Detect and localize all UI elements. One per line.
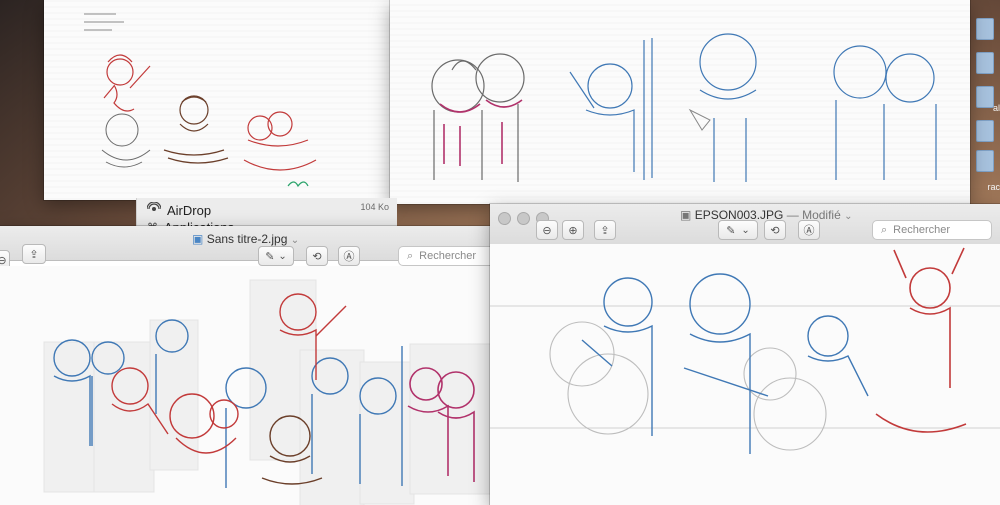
chevron-down-icon: ⌄ <box>741 224 750 236</box>
markup-icon: ✎ <box>265 250 275 263</box>
title-file-icon: ▣ <box>192 232 204 246</box>
preview-window-sans-titre[interactable]: ⊖ ⇪ ▣ Sans titre-2.jpg ⌄ ✎ ⌄ ⟲ Ⓐ ⌕ Reche… <box>0 226 548 505</box>
markup-button[interactable]: ✎ ⌄ <box>718 220 758 240</box>
scan-drawing <box>490 247 1000 454</box>
preview-window-epson[interactable]: ⊖ ⊕ ⇪ ▣ EPSON003.JPG — Modifié ⌄ ✎ ⌄ ⟲ Ⓐ… <box>490 204 1000 505</box>
window-title: ▣ Sans titre-2.jpg ⌄ <box>192 232 300 246</box>
markup-button[interactable]: ✎ ⌄ <box>258 246 294 266</box>
desktop-file-icon[interactable] <box>976 150 994 172</box>
search-icon: ⌕ <box>407 249 414 262</box>
rotate-button[interactable]: ⟲ <box>306 246 328 266</box>
preview-window-top-left[interactable] <box>44 0 390 200</box>
close-button[interactable] <box>498 212 511 225</box>
image-canvas <box>0 266 548 505</box>
image-canvas <box>490 244 1000 505</box>
zoom-out-button[interactable]: ⊖ <box>536 220 558 240</box>
zoom-in-icon: ⊕ <box>568 224 578 237</box>
desktop-file-icon[interactable] <box>976 86 994 108</box>
zoom-out-icon: ⊖ <box>0 254 7 267</box>
composite-drawing <box>43 279 493 505</box>
search-icon: ⌕ <box>881 223 888 236</box>
zoom-out-icon: ⊖ <box>542 224 552 237</box>
share-icon: ⇪ <box>600 224 610 237</box>
rotate-icon: ⟲ <box>312 250 322 263</box>
search-field[interactable]: ⌕ Rechercher <box>872 220 992 240</box>
desktop-file-label: rac <box>987 182 1000 192</box>
desktop-file-icon[interactable] <box>976 120 994 142</box>
sidebar-item-airdrop[interactable]: AirDrop <box>146 201 212 219</box>
chevron-down-icon[interactable]: ⌄ <box>844 211 852 222</box>
sketch-drawing <box>431 33 937 182</box>
chevron-down-icon[interactable]: ⌄ <box>291 235 299 246</box>
airdrop-icon <box>146 201 162 219</box>
edit-button[interactable]: Ⓐ <box>798 220 820 240</box>
desktop-file-label: al <box>992 103 1000 113</box>
share-button[interactable]: ⇪ <box>22 244 46 264</box>
minimize-button[interactable] <box>517 212 530 225</box>
title-file-icon: ▣ <box>680 208 692 222</box>
rotate-icon: ⟲ <box>770 224 780 237</box>
file-size-label: 104 Ko <box>360 202 389 212</box>
zoom-in-button[interactable]: ⊕ <box>562 220 584 240</box>
rotate-button[interactable]: ⟲ <box>764 220 786 240</box>
edit-button[interactable]: Ⓐ <box>338 246 360 266</box>
sketch-drawing <box>84 13 317 188</box>
sidebar-item-label: AirDrop <box>167 203 212 218</box>
desktop-icons-strip: al rac <box>972 0 1000 200</box>
edit-icon: Ⓐ <box>803 225 815 237</box>
share-icon: ⇪ <box>29 248 39 261</box>
edit-icon: Ⓐ <box>343 251 355 263</box>
share-button[interactable]: ⇪ <box>594 220 616 240</box>
desktop-file-icon[interactable] <box>976 18 994 40</box>
chevron-down-icon: ⌄ <box>278 250 287 262</box>
desktop-file-icon[interactable] <box>976 52 994 74</box>
markup-icon: ✎ <box>726 224 736 237</box>
preview-window-top-right[interactable] <box>390 0 970 204</box>
